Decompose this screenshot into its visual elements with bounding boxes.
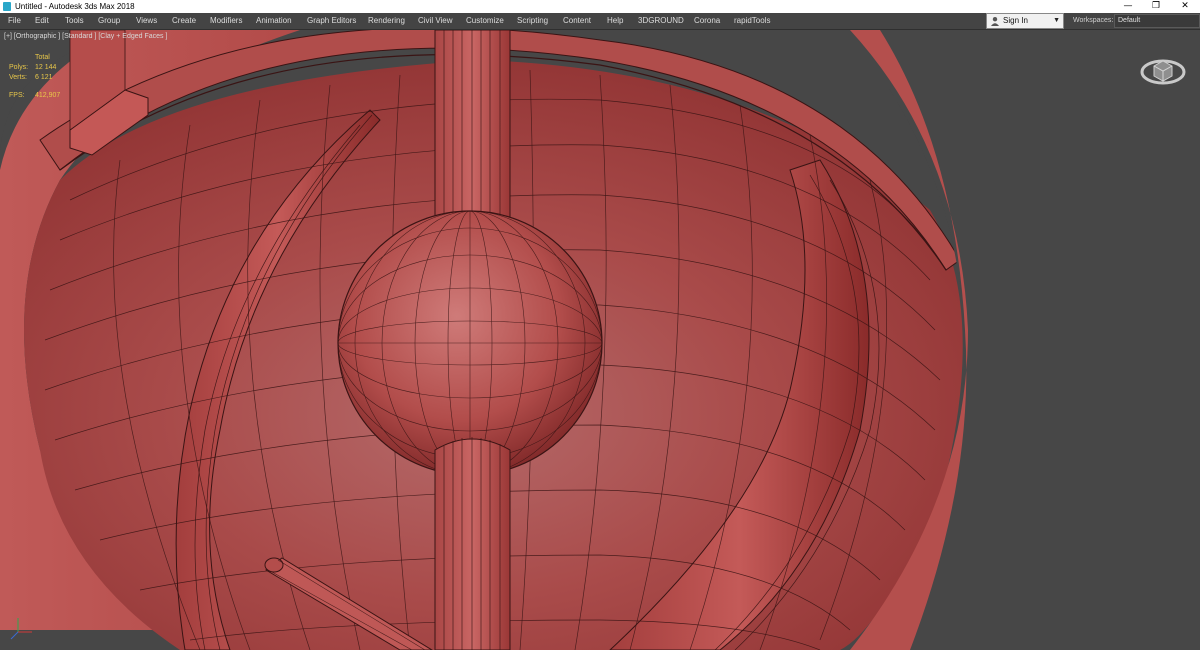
chevron-down-icon: ▼ xyxy=(1053,17,1060,24)
workspaces-label: Workspaces: xyxy=(1073,17,1114,24)
minimize-button[interactable]: — xyxy=(1113,0,1143,13)
menu-help[interactable]: Help xyxy=(607,13,623,29)
restore-button[interactable]: ❐ xyxy=(1141,0,1171,13)
menu-corona[interactable]: Corona xyxy=(694,13,720,29)
menu-civil-view[interactable]: Civil View xyxy=(418,13,453,29)
verts-label: Verts: xyxy=(9,74,27,81)
menu-tools[interactable]: Tools xyxy=(65,13,84,29)
menu-rendering[interactable]: Rendering xyxy=(368,13,405,29)
window-title: Untitled - Autodesk 3ds Max 2018 xyxy=(15,2,135,11)
menu-edit[interactable]: Edit xyxy=(35,13,49,29)
menu-animation[interactable]: Animation xyxy=(256,13,292,29)
fps-label: FPS: xyxy=(9,92,25,99)
menu-group[interactable]: Group xyxy=(98,13,120,29)
menu-rapidtools[interactable]: rapidTools xyxy=(734,13,770,29)
viewcube-icon[interactable] xyxy=(1140,52,1186,86)
menu-customize[interactable]: Customize xyxy=(466,13,504,29)
menu-content[interactable]: Content xyxy=(563,13,591,29)
fps-value: 412,907 xyxy=(35,92,61,99)
user-icon xyxy=(991,17,999,26)
scene-render xyxy=(0,30,1200,650)
workspace-select[interactable]: Default xyxy=(1114,14,1200,28)
menu-graph-editors[interactable]: Graph Editors xyxy=(307,13,356,29)
menu-views[interactable]: Views xyxy=(136,13,157,29)
close-button[interactable]: ✕ xyxy=(1170,0,1200,13)
axis-tripod-icon xyxy=(10,618,32,640)
workspace-value: Default xyxy=(1118,17,1141,24)
stats-header: Total xyxy=(35,54,50,61)
menu-3dground[interactable]: 3DGROUND xyxy=(638,13,684,29)
verts-value: 6 121 xyxy=(35,74,53,81)
polys-label: Polys: xyxy=(9,64,29,71)
menu-modifiers[interactable]: Modifiers xyxy=(210,13,242,29)
menu-scripting[interactable]: Scripting xyxy=(517,13,548,29)
title-bar: Untitled - Autodesk 3ds Max 2018 — ❐ ✕ xyxy=(0,0,1200,13)
perspective-viewport[interactable]: [+] [Orthographic ] [Standard ] [Clay + … xyxy=(0,30,1200,650)
menu-file[interactable]: File xyxy=(8,13,21,29)
app-icon xyxy=(3,2,11,11)
polys-value: 12 144 xyxy=(35,64,57,71)
sign-in-dropdown[interactable]: Sign In ▼ xyxy=(986,13,1064,29)
menu-create[interactable]: Create xyxy=(172,13,196,29)
sign-in-label: Sign In xyxy=(1003,16,1028,25)
viewport-label[interactable]: [+] [Orthographic ] [Standard ] [Clay + … xyxy=(4,33,167,40)
